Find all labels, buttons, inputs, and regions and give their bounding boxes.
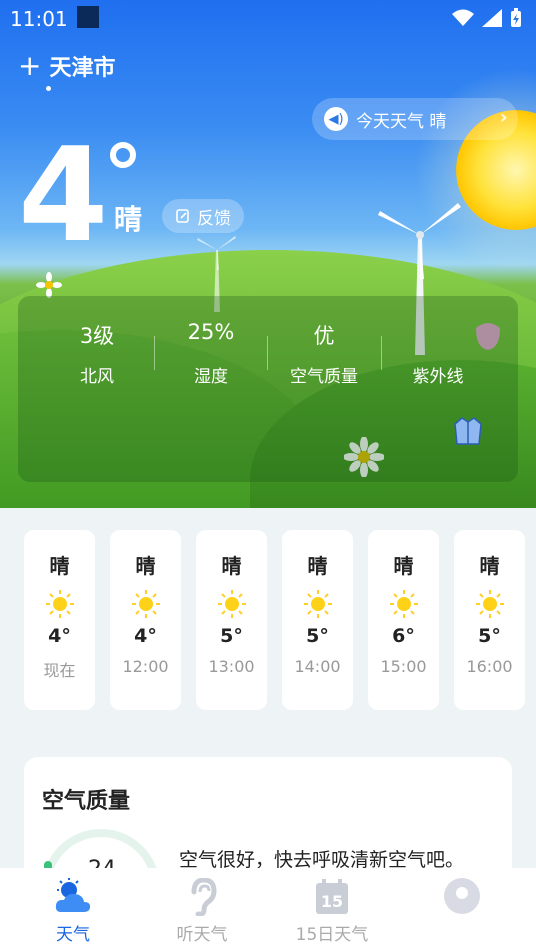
feedback-button[interactable]: 反馈: [162, 199, 244, 233]
stat-humidity: 25% 湿度: [156, 320, 266, 387]
signal-icon: [482, 9, 502, 27]
stat-label: 紫外线: [412, 367, 464, 387]
tab-location[interactable]: [402, 878, 522, 920]
sun-icon: [389, 589, 419, 619]
today-weather-label: 今天天气 晴: [356, 111, 447, 132]
hour-temp: 4°: [48, 625, 71, 647]
hour-time: 16:00: [466, 657, 513, 676]
current-condition: 晴: [114, 203, 143, 236]
daisy-illustration: [36, 272, 62, 298]
stat-label: 湿度: [194, 367, 228, 387]
hour-time: 现在: [43, 661, 76, 680]
hour-time: 12:00: [122, 657, 169, 676]
tab-label: 15日天气: [295, 925, 369, 945]
sun-icon: [475, 589, 505, 619]
stat-label: 空气质量: [290, 367, 358, 387]
sun-icon: [217, 589, 247, 619]
hour-condition: 晴: [307, 554, 328, 578]
hourly-card[interactable]: 晴 5° 13:00: [196, 530, 267, 710]
degree-symbol: [110, 142, 136, 168]
stat-wind: 3级 北风: [42, 320, 152, 387]
hourly-card[interactable]: 晴 4° 现在: [24, 530, 95, 710]
hourly-forecast: 晴 4° 现在 晴 4° 12:00 晴 5° 13:00 晴 5° 14:00…: [24, 530, 536, 710]
air-quality-title: 空气质量: [42, 789, 131, 814]
location-icon: [442, 878, 482, 916]
calendar-15-icon: 15: [312, 878, 352, 916]
current-temperature: 4: [18, 119, 109, 271]
stat-value: 25%: [187, 320, 235, 344]
status-icons: [452, 8, 522, 28]
hour-time: 14:00: [294, 657, 341, 676]
edit-icon: [176, 209, 189, 223]
today-weather-button[interactable]: ◀) 今天天气 晴 ››: [312, 98, 518, 140]
sun-icon: [303, 589, 333, 619]
hour-condition: 晴: [221, 554, 242, 578]
hour-condition: 晴: [49, 554, 70, 578]
divider: [381, 336, 382, 370]
tab-label: 天气: [56, 925, 90, 945]
stat-label: 北风: [80, 367, 114, 387]
weather-stats-panel: 3级 北风 25% 湿度 优 空气质量 紫外线: [18, 296, 518, 482]
sun-icon: [45, 589, 75, 619]
hour-condition: 晴: [479, 554, 500, 578]
hour-temp: 5°: [220, 625, 243, 647]
city-name: 天津市: [49, 56, 116, 81]
coat-icon[interactable]: [454, 416, 482, 446]
battery-icon: [511, 8, 521, 27]
notification-icon: [77, 6, 99, 28]
hour-temp: 5°: [306, 625, 329, 647]
plus-icon[interactable]: +: [18, 52, 41, 80]
stat-value: 3级: [79, 324, 115, 348]
sun-icon: [131, 589, 161, 619]
hour-time: 13:00: [208, 657, 255, 676]
weather-icon: [53, 878, 93, 916]
svg-text:15: 15: [321, 892, 343, 911]
hourly-card[interactable]: 晴 5° 14:00: [282, 530, 353, 710]
stat-air-quality: 优 空气质量: [269, 320, 379, 387]
hourly-card[interactable]: 晴 5° 16:00: [454, 530, 525, 710]
stat-value: [383, 320, 493, 350]
hour-temp: 4°: [134, 625, 157, 647]
bottom-tab-bar: 天气 听天气 15 15日天气: [0, 868, 536, 952]
wifi-icon: [452, 9, 474, 26]
hour-temp: 6°: [392, 625, 415, 647]
hour-condition: 晴: [135, 554, 156, 578]
tab-label: 听天气: [176, 925, 228, 945]
chevron-right-icon: ››: [499, 107, 510, 128]
divider: [154, 336, 155, 370]
tab-weather[interactable]: 天气: [13, 878, 133, 945]
feedback-label: 反馈: [197, 208, 231, 229]
stat-value: 优: [313, 324, 335, 348]
tab-15-day[interactable]: 15 15日天气: [272, 878, 392, 945]
hourly-card[interactable]: 晴 6° 15:00: [368, 530, 439, 710]
speaker-icon: ◀): [324, 107, 348, 131]
divider: [267, 336, 268, 370]
hour-temp: 5°: [478, 625, 501, 647]
page-indicator-dot: [46, 86, 51, 91]
city-selector[interactable]: + 天津市: [18, 50, 115, 82]
hourly-card[interactable]: 晴 4° 12:00: [110, 530, 181, 710]
hour-time: 15:00: [380, 657, 427, 676]
status-time: 11:01: [10, 7, 68, 31]
status-bar: 11:01: [0, 0, 536, 36]
ear-icon: [182, 877, 222, 917]
tab-listen-weather[interactable]: 听天气: [142, 877, 262, 945]
stat-uv: 紫外线: [383, 320, 493, 387]
hour-condition: 晴: [393, 554, 414, 578]
